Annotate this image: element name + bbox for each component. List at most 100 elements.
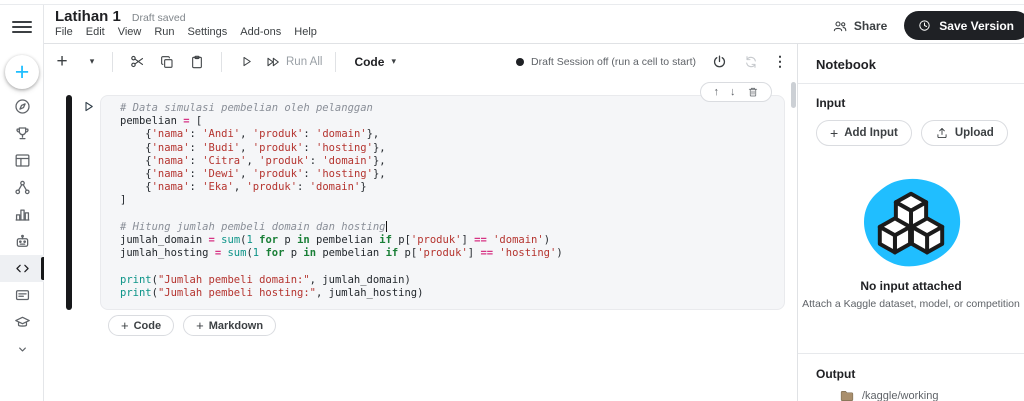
run-all-button[interactable]: Run All	[265, 54, 322, 70]
copy-icon	[161, 55, 173, 68]
create-button[interactable]: +	[5, 55, 39, 89]
copy-button[interactable]	[152, 54, 182, 70]
sidebar-item-learn[interactable]	[0, 309, 44, 336]
sidebar-item-models[interactable]	[0, 174, 44, 201]
add-cell-dropdown[interactable]: ▾	[81, 56, 103, 67]
output-working-dir-row[interactable]: /kaggle/working	[840, 390, 938, 401]
sidebar-item-more[interactable]	[0, 336, 44, 363]
comment-icon	[15, 290, 29, 301]
menu-add-ons[interactable]: Add-ons	[240, 26, 281, 38]
upload-label: Upload	[954, 127, 994, 139]
share-button[interactable]: Share	[832, 18, 887, 34]
empty-input-illustration	[798, 172, 1024, 276]
menu-file[interactable]: File	[55, 26, 73, 38]
menu-bar: File Edit View Run Settings Add-ons Help	[55, 26, 317, 38]
panel-title: Notebook	[816, 57, 876, 72]
trash-icon[interactable]	[747, 86, 759, 98]
sidebar-item-datasets[interactable]	[0, 147, 44, 174]
share-label: Share	[853, 18, 888, 33]
notebook-side-panel: Notebook Input + Add Input Upload No inp…	[797, 44, 1024, 401]
sidebar-item-code[interactable]	[0, 255, 44, 282]
panel-divider	[798, 353, 1024, 354]
history-clock-icon	[919, 20, 930, 31]
compass-icon	[14, 99, 30, 114]
kebab-icon: ⋮	[773, 53, 787, 69]
add-markdown-label: Markdown	[208, 319, 264, 332]
menu-view[interactable]: View	[118, 26, 142, 38]
plus-icon: +	[830, 125, 839, 141]
folder-icon	[840, 391, 854, 401]
power-icon	[713, 55, 725, 68]
cell-focus-bar[interactable]	[66, 95, 72, 310]
menu-edit[interactable]: Edit	[86, 26, 105, 38]
sidebar-nav	[0, 93, 44, 363]
more-options-button[interactable]: ⋮	[772, 53, 788, 70]
caret-down-icon: ▾	[391, 56, 396, 66]
power-button[interactable]	[709, 53, 729, 70]
add-markdown-cell-button[interactable]: + Markdown	[183, 315, 277, 336]
share-people-icon	[833, 20, 847, 31]
toolbar-divider	[112, 51, 113, 72]
scissors-icon	[130, 55, 143, 68]
upload-button[interactable]: Upload	[920, 120, 1008, 146]
input-section-heading: Input	[816, 96, 846, 110]
code-lines[interactable]: # Data simulasi pembelian oleh pelanggan…	[101, 96, 784, 300]
save-version-button[interactable]: Save Version	[904, 11, 1024, 40]
toolbar: + ▾ Run All Code ▾ Draft Session off (ru…	[44, 44, 797, 79]
run-all-label: Run All	[286, 55, 323, 68]
models-network-icon	[14, 180, 30, 195]
clipboard-icon	[192, 55, 202, 68]
move-cell-down-button[interactable]: ↓	[730, 85, 736, 98]
paste-button[interactable]	[182, 54, 212, 70]
plus-icon: +	[196, 318, 204, 333]
down-arrow-icon: ↓	[730, 85, 736, 98]
sidebar-item-packages[interactable]	[0, 228, 44, 255]
cell-actions-toolbar: ↑ ↓	[700, 82, 772, 102]
menu-help[interactable]: Help	[294, 26, 317, 38]
sidebar-item-competitions[interactable]	[0, 120, 44, 147]
plus-icon: +	[56, 50, 68, 72]
notebook-title[interactable]: Latihan 1	[55, 8, 121, 25]
up-arrow-icon: ↑	[713, 85, 720, 98]
sidebar-item-benchmarks[interactable]	[0, 201, 44, 228]
robot-icon	[16, 234, 28, 247]
plus-icon: +	[121, 318, 129, 333]
move-cell-up-button[interactable]: ↑	[713, 85, 720, 98]
empty-input-subtitle: Attach a Kaggle dataset, model, or compe…	[802, 298, 1020, 310]
add-code-cell-button[interactable]: + Code	[108, 315, 175, 336]
sidebar-item-home[interactable]	[0, 93, 44, 120]
code-cell[interactable]: # Data simulasi pembelian oleh pelanggan…	[100, 95, 785, 310]
cell-run-button[interactable]	[81, 99, 96, 114]
cut-button[interactable]	[122, 53, 152, 70]
bar-chart-icon	[15, 209, 29, 221]
chevron-down-icon	[18, 347, 26, 352]
play-icon	[85, 101, 93, 112]
session-status-dot	[516, 57, 525, 66]
toolbar-divider	[335, 51, 337, 72]
hamburger-menu-icon[interactable]	[12, 17, 32, 37]
code-icon	[15, 264, 29, 273]
plus-icon: +	[14, 57, 30, 86]
add-input-button[interactable]: + Add Input	[816, 120, 912, 146]
menu-settings[interactable]: Settings	[188, 26, 228, 38]
session-status-label: Draft Session off (run a cell to start)	[531, 55, 696, 68]
upload-icon	[937, 128, 947, 139]
restart-session-button[interactable]	[742, 54, 760, 70]
cell-type-selector[interactable]: Code ▾	[345, 55, 405, 69]
notebook-canvas: ↑ ↓ # Data simulasi pembelian oleh pelan…	[44, 79, 797, 401]
sidebar-item-discussions[interactable]	[0, 282, 44, 309]
trophy-icon	[15, 127, 29, 140]
output-section-heading: Output	[816, 367, 856, 381]
graduation-cap-icon	[14, 316, 30, 327]
scrollbar-thumb[interactable]	[791, 82, 796, 108]
run-cell-button[interactable]	[231, 54, 261, 69]
autosave-status: Draft saved	[131, 12, 186, 24]
output-working-dir-label: /kaggle/working	[862, 390, 939, 401]
selected-indicator	[41, 257, 44, 280]
add-cell-button[interactable]: +	[49, 51, 75, 73]
sync-icon	[746, 55, 756, 68]
play-icon	[243, 56, 251, 67]
session-status: Draft Session off (run a cell to start)	[516, 56, 696, 68]
menu-run[interactable]: Run	[154, 26, 174, 38]
header: Latihan 1 Draft saved File Edit View Run…	[44, 5, 1024, 44]
